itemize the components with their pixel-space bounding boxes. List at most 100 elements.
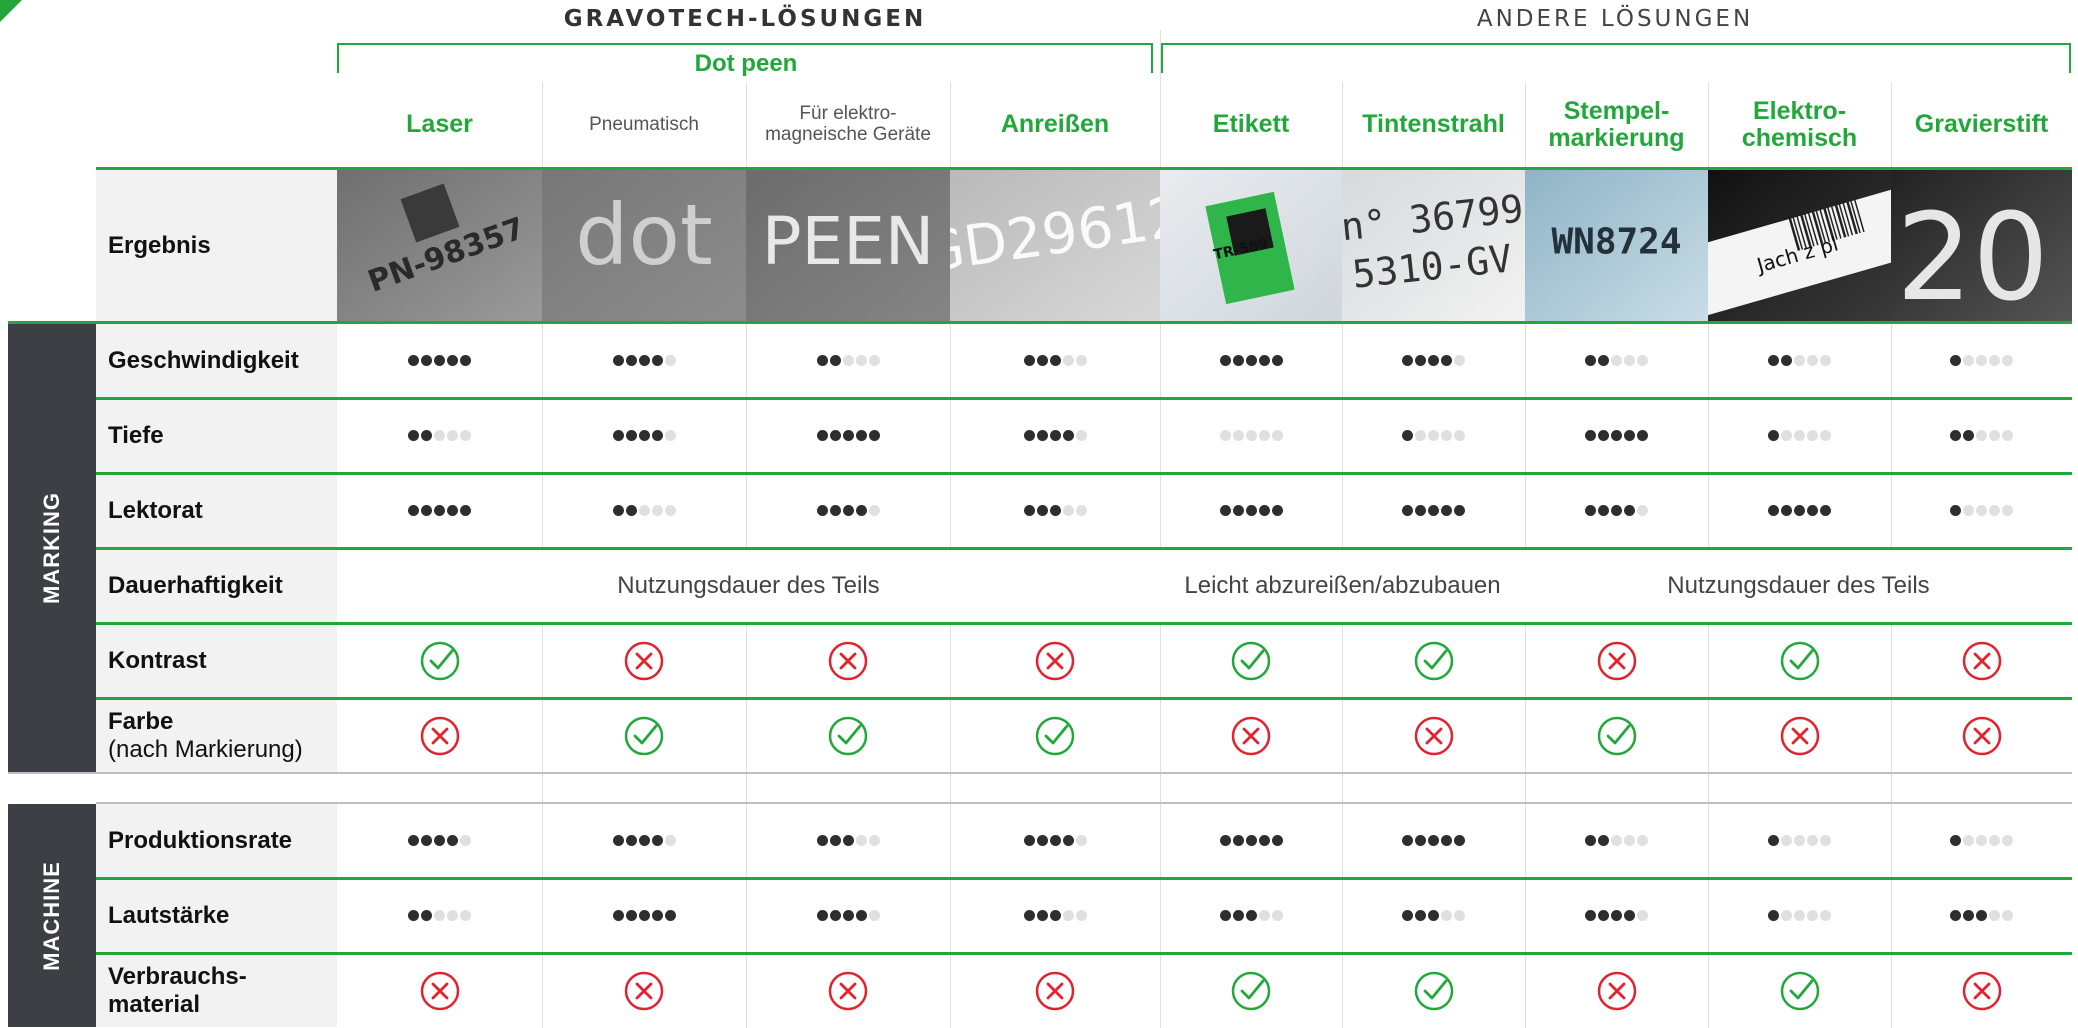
sample-photo: Jach z pl xyxy=(1708,170,1891,322)
rating-cell xyxy=(1342,804,1525,877)
filled-dot xyxy=(421,505,432,516)
filled-dot xyxy=(1611,505,1622,516)
rating-cell xyxy=(1891,399,2072,472)
rating-cell xyxy=(1891,624,2072,697)
sample-photo: PN-98357 xyxy=(337,170,542,322)
rating-cell xyxy=(1342,954,1525,1027)
rating-cell xyxy=(746,879,950,952)
filled-dot xyxy=(612,430,624,441)
filled-dot xyxy=(651,355,663,366)
dot-rating xyxy=(1585,505,1648,516)
filled-dot xyxy=(1624,910,1635,921)
filled-dot xyxy=(1049,355,1061,366)
column-header-laser: Laser xyxy=(337,82,542,168)
empty-dot xyxy=(1820,430,1831,441)
cross-circle-icon xyxy=(1961,970,2003,1012)
filled-dot xyxy=(1637,430,1648,441)
sample-photo: TR-589 xyxy=(1160,170,1342,322)
filled-dot xyxy=(1023,835,1035,846)
check-circle-icon xyxy=(1230,970,1272,1012)
column-header-line: Stempel- xyxy=(1563,96,1670,125)
filled-dot xyxy=(434,505,445,516)
dot-rating xyxy=(1219,505,1283,516)
filled-dot xyxy=(1585,505,1596,516)
empty-dot xyxy=(2002,835,2013,846)
filled-dot xyxy=(1271,835,1283,846)
rating-cell xyxy=(1891,324,2072,397)
rating-cell xyxy=(1525,474,1708,547)
empty-dot xyxy=(1454,355,1465,366)
empty-dot xyxy=(1963,505,1974,516)
filled-dot xyxy=(1415,355,1426,366)
filled-dot xyxy=(638,835,650,846)
filled-dot xyxy=(1415,835,1426,846)
dot-rating xyxy=(1219,355,1283,366)
column-header-line: Laser xyxy=(406,110,473,139)
rating-cell xyxy=(746,699,950,772)
filled-dot xyxy=(1402,430,1413,441)
cross-circle-icon xyxy=(623,640,665,682)
filled-dot xyxy=(625,355,637,366)
filled-dot xyxy=(408,910,419,921)
filled-dot xyxy=(625,910,637,921)
filled-dot xyxy=(1402,505,1413,516)
filled-dot xyxy=(1245,505,1257,516)
cross-circle-icon xyxy=(1779,715,1821,757)
filled-dot xyxy=(421,355,432,366)
rating-cell xyxy=(542,399,746,472)
empty-dot xyxy=(651,505,663,516)
dot-rating xyxy=(1402,910,1465,921)
empty-dot xyxy=(1781,910,1792,921)
filled-dot xyxy=(1598,505,1609,516)
rating-cell xyxy=(1708,699,1891,772)
filled-dot xyxy=(1585,910,1596,921)
label-sample-image: TR-589 xyxy=(1160,170,1342,322)
rating-cell xyxy=(1342,699,1525,772)
rating-cell xyxy=(1160,474,1342,547)
rating-cell xyxy=(337,624,542,697)
filled-dot xyxy=(1036,910,1048,921)
rating-cell xyxy=(1342,399,1525,472)
sample-marking-text: WN8724 xyxy=(1551,222,1681,263)
cross-circle-icon xyxy=(827,640,869,682)
rating-cell xyxy=(1160,804,1342,877)
dot-rating xyxy=(1768,430,1831,441)
rating-cell xyxy=(1160,954,1342,1027)
dot-rating xyxy=(408,430,471,441)
filled-dot xyxy=(1624,505,1635,516)
rating-cell xyxy=(1525,804,1708,877)
row-label: Lautstärke xyxy=(96,879,337,952)
filled-dot xyxy=(1807,505,1818,516)
filled-dot xyxy=(460,355,471,366)
empty-dot xyxy=(1637,835,1648,846)
dot-rating xyxy=(408,355,471,366)
filled-dot xyxy=(421,430,432,441)
sample-marking-text: 20 xyxy=(1896,189,2049,322)
filled-dot xyxy=(1415,910,1426,921)
rating-cell xyxy=(542,624,746,697)
empty-dot xyxy=(664,355,676,366)
filled-dot xyxy=(664,910,676,921)
empty-dot xyxy=(460,835,471,846)
durability-text: Nutzungsdauer des Teils xyxy=(1525,549,2072,622)
empty-dot xyxy=(1976,430,1987,441)
filled-dot xyxy=(1611,910,1622,921)
filled-dot xyxy=(1049,505,1061,516)
empty-dot xyxy=(1454,430,1465,441)
empty-dot xyxy=(1441,430,1452,441)
row-divider xyxy=(96,397,2072,400)
rating-cell xyxy=(1891,954,2072,1027)
cross-circle-icon xyxy=(1961,640,2003,682)
empty-dot xyxy=(868,835,880,846)
filled-dot xyxy=(1232,355,1244,366)
rating-cell xyxy=(337,324,542,397)
filled-dot xyxy=(1820,505,1831,516)
empty-dot xyxy=(1428,430,1439,441)
electrochemical-sample-image: Jach z pl xyxy=(1708,170,1891,322)
other-bracket xyxy=(1161,43,2071,73)
rating-cell xyxy=(1525,699,1708,772)
filled-dot xyxy=(1950,430,1961,441)
empty-dot xyxy=(1454,910,1465,921)
rating-cell xyxy=(1708,324,1891,397)
rating-cell xyxy=(1708,624,1891,697)
